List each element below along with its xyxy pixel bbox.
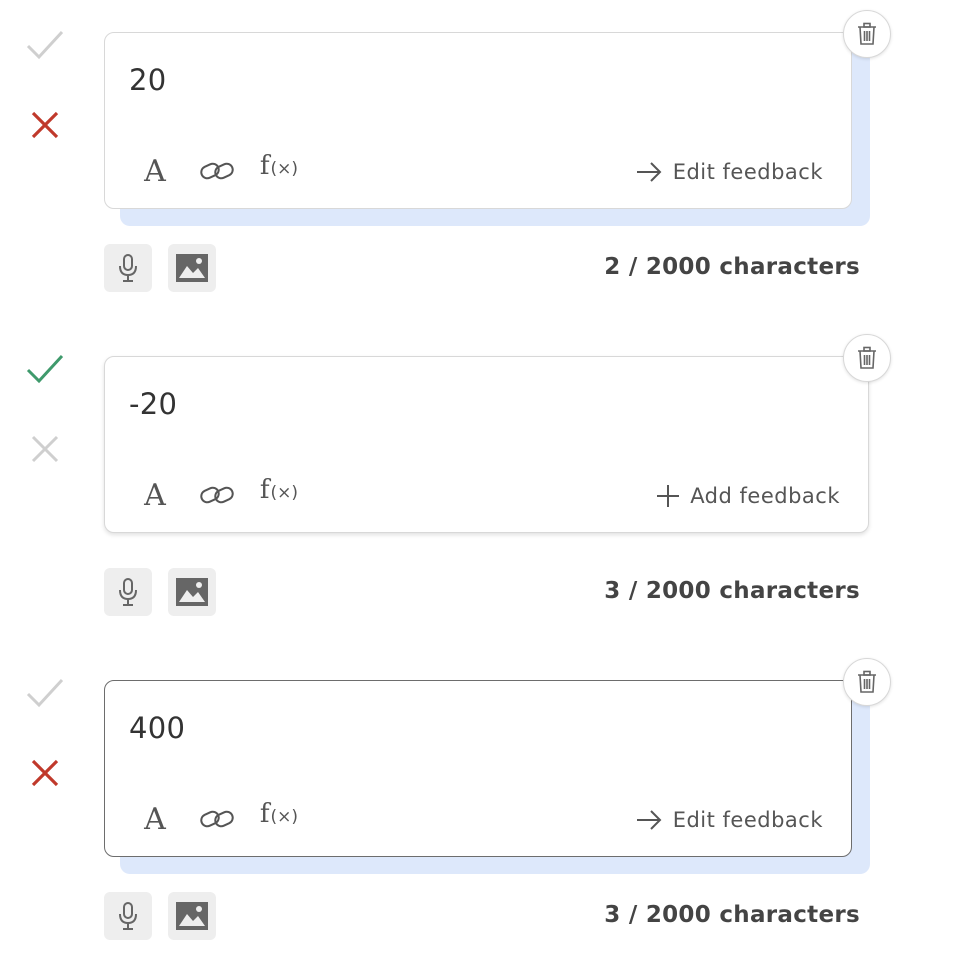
answer-option-2: -20 A f (×) Add feedback 3 / 2000 charac… — [0, 324, 980, 624]
edit-feedback-button[interactable]: Edit feedback — [635, 804, 823, 836]
format-toolbar: A f (×) — [135, 151, 321, 191]
record-audio-button[interactable] — [104, 892, 152, 940]
character-count: 2 / 2000 characters — [604, 254, 860, 280]
trash-icon — [858, 670, 876, 693]
record-audio-button[interactable] — [104, 244, 152, 292]
format-toolbar: A f (×) — [135, 475, 321, 515]
formula-icon[interactable]: f (×) — [259, 799, 299, 839]
insert-image-button[interactable] — [168, 892, 216, 940]
mark-incorrect-button[interactable] — [20, 100, 70, 150]
trash-icon — [858, 346, 876, 369]
microphone-icon — [119, 578, 137, 606]
add-feedback-button[interactable]: Add feedback — [656, 480, 840, 512]
font-icon[interactable]: A — [135, 151, 175, 191]
font-icon[interactable]: A — [135, 799, 175, 839]
answer-input[interactable]: -20 — [129, 387, 177, 421]
answer-card[interactable]: -20 A f (×) Add feedback — [104, 356, 869, 533]
character-count: 3 / 2000 characters — [604, 578, 860, 604]
link-icon[interactable] — [197, 151, 237, 191]
check-icon — [26, 354, 64, 384]
formula-x: (×) — [270, 483, 299, 503]
trash-icon — [858, 22, 876, 45]
delete-option-button[interactable] — [843, 10, 891, 58]
link-icon[interactable] — [197, 799, 237, 839]
answer-input[interactable]: 400 — [129, 711, 185, 745]
answer-option-1: 20 A f (×) Edit feedback 2 / 2000 charac… — [0, 0, 980, 300]
image-icon — [176, 254, 208, 282]
insert-image-button[interactable] — [168, 244, 216, 292]
formula-f: f — [259, 151, 270, 181]
font-icon[interactable]: A — [135, 475, 175, 515]
format-toolbar: A f (×) — [135, 799, 321, 839]
formula-x: (×) — [270, 807, 299, 827]
formula-icon[interactable]: f (×) — [259, 151, 299, 191]
feedback-label: Add feedback — [690, 484, 840, 508]
microphone-icon — [119, 902, 137, 930]
mark-incorrect-button[interactable] — [20, 424, 70, 474]
character-count: 3 / 2000 characters — [604, 902, 860, 928]
image-icon — [176, 902, 208, 930]
cross-icon — [31, 759, 59, 787]
mark-correct-button[interactable] — [20, 344, 70, 394]
feedback-label: Edit feedback — [672, 160, 823, 184]
cross-icon — [31, 435, 59, 463]
delete-option-button[interactable] — [843, 334, 891, 382]
formula-f: f — [259, 799, 270, 829]
formula-f: f — [259, 475, 270, 505]
formula-icon[interactable]: f (×) — [259, 475, 299, 515]
cross-icon — [31, 111, 59, 139]
edit-feedback-button[interactable]: Edit feedback — [635, 156, 823, 188]
formula-x: (×) — [270, 159, 299, 179]
answer-card[interactable]: 20 A f (×) Edit feedback — [104, 32, 852, 209]
link-icon[interactable] — [197, 475, 237, 515]
check-icon — [26, 678, 64, 708]
check-icon — [26, 30, 64, 60]
feedback-label: Edit feedback — [672, 808, 823, 832]
arrow-right-icon — [636, 162, 662, 182]
mark-correct-button[interactable] — [20, 20, 70, 70]
record-audio-button[interactable] — [104, 568, 152, 616]
mark-correct-button[interactable] — [20, 668, 70, 718]
plus-icon — [657, 485, 680, 507]
delete-option-button[interactable] — [843, 658, 891, 706]
answer-card[interactable]: 400 A f (×) Edit feedback — [104, 680, 852, 857]
mark-incorrect-button[interactable] — [20, 748, 70, 798]
answer-input[interactable]: 20 — [129, 63, 167, 97]
arrow-right-icon — [636, 810, 662, 830]
microphone-icon — [119, 254, 137, 282]
insert-image-button[interactable] — [168, 568, 216, 616]
image-icon — [176, 578, 208, 606]
answer-option-3: 400 A f (×) Edit feedback 3 / 2000 chara… — [0, 648, 980, 948]
